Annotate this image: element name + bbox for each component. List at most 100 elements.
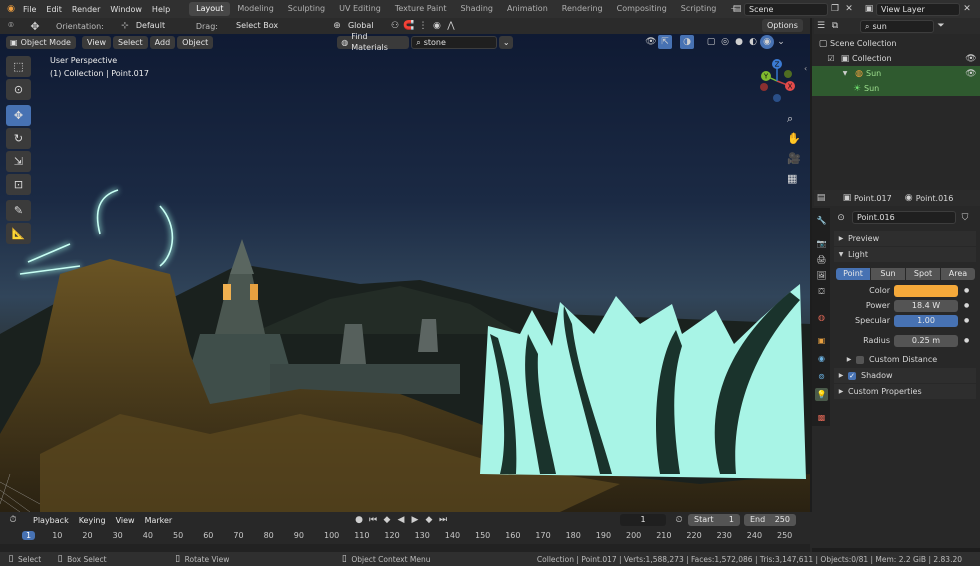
material-search-input[interactable]: ⌕ stone	[411, 35, 498, 49]
preview-panel-header[interactable]: ▶ Preview	[834, 231, 976, 246]
specular-field[interactable]: 1.00	[894, 314, 958, 327]
custom-distance-subpanel[interactable]: ▶ Custom Distance	[834, 352, 976, 367]
pan-hand-icon[interactable]: ✋	[787, 132, 801, 145]
orientation-dropdown[interactable]: Default	[132, 20, 192, 33]
close-view-layer-icon[interactable]: ✕	[960, 2, 974, 16]
play-icon[interactable]: ▶	[408, 513, 422, 527]
measure-tool[interactable]: 📐	[6, 223, 31, 244]
timeline-track[interactable]	[0, 544, 810, 552]
view-layer-selector[interactable]: View Layer	[876, 2, 960, 16]
menu-keying[interactable]: Keying	[74, 514, 111, 527]
outliner-search-input[interactable]: ⌕ sun	[860, 19, 934, 33]
scene-selector[interactable]: Scene	[744, 2, 828, 16]
mode-dropdown[interactable]: ▣ Object Mode	[6, 35, 76, 49]
play-reverse-icon[interactable]: ◀	[394, 513, 408, 527]
shading-material-icon[interactable]: ◐	[746, 35, 760, 49]
tab-rendering[interactable]: Rendering	[555, 2, 610, 16]
outliner-row-sun[interactable]: ▼ ◍ Sun 👁	[812, 66, 980, 81]
world-tab-icon[interactable]: ◍	[815, 311, 828, 324]
rotate-tool[interactable]: ↻	[6, 128, 31, 149]
tab-scripting[interactable]: Scripting	[674, 2, 724, 16]
tab-shading[interactable]: Shading	[453, 2, 500, 16]
editor-type-icon[interactable]: ⌾	[4, 19, 18, 33]
properties-editor-icon[interactable]: ▤	[814, 191, 828, 205]
light-panel-header[interactable]: ▼ Light	[834, 247, 976, 262]
tab-uv-editing[interactable]: UV Editing	[332, 2, 388, 16]
power-field[interactable]: 18.4 W	[894, 299, 958, 312]
tab-compositing[interactable]: Compositing	[610, 2, 674, 16]
light-type-area[interactable]: Area	[941, 267, 975, 280]
prev-keyframe-icon[interactable]: ◆	[380, 513, 394, 527]
menu-help[interactable]: Help	[147, 5, 175, 14]
menu-select[interactable]: Select	[112, 35, 148, 49]
menu-playback[interactable]: Playback	[28, 514, 74, 527]
blender-logo-icon[interactable]: ◉	[4, 2, 18, 16]
menu-timeline-view[interactable]: View	[111, 514, 140, 527]
menu-add[interactable]: Add	[149, 35, 176, 49]
outliner-row-collection[interactable]: ☑ ▣ Collection 👁	[812, 51, 980, 66]
datablock-name-input[interactable]: Point.016	[852, 211, 956, 224]
filter-icon[interactable]: ⏷	[934, 19, 948, 33]
transform-tool[interactable]: ⊡	[6, 174, 31, 195]
menu-object[interactable]: Object	[177, 35, 214, 49]
next-keyframe-icon[interactable]: ◆	[422, 513, 436, 527]
keyframe-dot-icon[interactable]: ●	[964, 302, 969, 309]
jump-end-icon[interactable]: ⏭	[436, 513, 450, 527]
tab-layout[interactable]: Layout	[189, 2, 231, 16]
xray-icon[interactable]: ▢	[704, 35, 718, 49]
outliner-row-scene-collection[interactable]: ▢ Scene Collection	[812, 36, 980, 51]
constraints-tab-icon[interactable]: ⊚	[815, 370, 828, 383]
keyframe-dot-icon[interactable]: ●	[964, 287, 969, 294]
eye-icon[interactable]: 👁	[964, 67, 978, 81]
custom-properties-panel-header[interactable]: ▶ Custom Properties	[834, 384, 976, 399]
preview-range-icon[interactable]: ⏲	[672, 513, 686, 527]
light-type-point[interactable]: Point	[836, 267, 870, 280]
overlay-toggle-icon[interactable]: ◑	[680, 35, 694, 49]
menu-render[interactable]: Render	[67, 5, 105, 14]
light-datablock-icon[interactable]: ⊙	[834, 211, 848, 225]
expand-triangle-icon[interactable]: ▼	[838, 67, 852, 81]
camera-icon[interactable]: 🎥	[787, 152, 801, 165]
end-frame-field[interactable]: End 250	[744, 514, 796, 526]
annotate-tool[interactable]: ✎	[6, 200, 31, 221]
shadow-checkbox[interactable]: ✓	[848, 371, 856, 380]
checkbox-icon[interactable]: ☑	[824, 52, 838, 66]
zoom-icon[interactable]: ⌕	[787, 112, 793, 126]
view-layer-tab-icon[interactable]: 🖼	[815, 269, 828, 282]
drag-dropdown[interactable]: Select Box	[232, 20, 292, 33]
frame-ruler[interactable]: 1 10 20 30 40 50 60 70 80 90 100 110 120 130 140 150 160…	[0, 529, 810, 543]
light-data-tab-icon[interactable]: 💡	[815, 388, 828, 401]
current-frame-field[interactable]: 1	[620, 514, 666, 526]
move-tool[interactable]: ✥	[6, 105, 31, 126]
options-dropdown[interactable]: Options	[762, 19, 803, 32]
gizmo-toggle-icon[interactable]: ⇱	[658, 35, 672, 49]
shading-solid-icon[interactable]: ●	[732, 35, 746, 49]
shadow-panel-header[interactable]: ▶ ✓ Shadow	[834, 368, 976, 383]
light-type-sun[interactable]: Sun	[871, 267, 905, 280]
fake-user-icon[interactable]: ⛉	[958, 211, 972, 225]
menu-window[interactable]: Window	[105, 5, 147, 14]
physics-tab-icon[interactable]: ◉	[815, 352, 828, 365]
radius-field[interactable]: 0.25 m	[894, 334, 958, 347]
falloff-icon[interactable]: ⋀	[444, 19, 458, 33]
eye-icon[interactable]: 👁	[964, 52, 978, 66]
shading-options-icon[interactable]: ⌄	[774, 35, 788, 49]
tab-modeling[interactable]: Modeling	[230, 2, 280, 16]
shading-rendered-icon[interactable]: ◉	[760, 35, 774, 49]
snap-target-icon[interactable]: ⋮	[416, 19, 430, 33]
keyframe-dot-icon[interactable]: ●	[964, 317, 969, 324]
start-frame-field[interactable]: Start 1	[688, 514, 740, 526]
sidebar-toggle-icon[interactable]: ‹	[804, 64, 807, 73]
outliner-row-sun-data[interactable]: ☀ Sun	[812, 81, 980, 96]
navigation-gizmo[interactable]: X Y Z	[752, 56, 802, 106]
texture-tab-icon[interactable]: ▩	[815, 411, 828, 424]
object-tab-icon[interactable]: ▣	[815, 334, 828, 347]
keyframe-dot-icon[interactable]: ●	[964, 337, 969, 344]
tool-tab-icon[interactable]: 🔧	[815, 214, 828, 227]
tab-animation[interactable]: Animation	[500, 2, 555, 16]
chevron-down-icon[interactable]: ⌄	[499, 35, 514, 49]
grid-view-icon[interactable]: ▦	[787, 172, 797, 185]
menu-file[interactable]: File	[18, 5, 41, 14]
tab-sculpting[interactable]: Sculpting	[281, 2, 332, 16]
timeline-editor-icon[interactable]: ⏱	[6, 513, 20, 527]
